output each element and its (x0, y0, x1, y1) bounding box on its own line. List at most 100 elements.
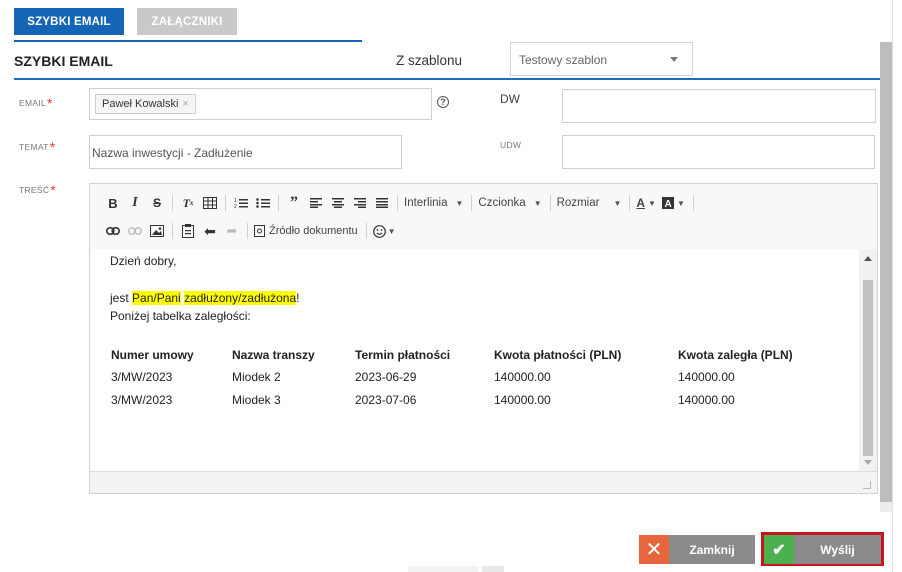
recipient-chip-label: Paweł Kowalski (102, 98, 179, 110)
bottom-bar-fragment (408, 566, 478, 572)
background-color-icon: A (661, 197, 674, 209)
dw-field[interactable] (562, 89, 876, 123)
header-divider (14, 78, 880, 80)
toolbar-separator (549, 195, 551, 211)
required-asterisk: * (50, 182, 57, 198)
table-cell: 140000.00 (494, 370, 551, 384)
close-button-label: Zamknij (689, 542, 735, 557)
toolbar-separator (365, 223, 367, 239)
size-label: Rozmiar (556, 197, 600, 209)
table-cell: 3/MW/2023 (111, 393, 173, 407)
emoji-dropdown[interactable]: ▼ (372, 224, 396, 238)
source-button[interactable]: Źródło dokumentu (254, 225, 358, 237)
subject-field[interactable]: Nazwa inwestycji - Zadłużenie (89, 135, 402, 169)
line-height-dropdown[interactable]: Interlinia ▼ (404, 197, 463, 209)
chevron-down-icon: ▼ (387, 226, 396, 236)
editor-content[interactable]: Dzień dobry, jest Pan/Pani zadłużony/zad… (91, 249, 859, 471)
chevron-down-icon: ▼ (455, 198, 464, 208)
table-header-cell: Termin płatności (355, 348, 451, 362)
temat-label: TEMAT* (19, 139, 56, 155)
subject-value: Nazwa inwestycji - Zadłużenie (92, 146, 253, 160)
udw-field[interactable] (562, 135, 875, 169)
bottom-bar-fragment (482, 566, 504, 572)
toolbar-separator (629, 195, 631, 211)
remove-format-icon[interactable]: Tx (179, 193, 197, 213)
resize-grip-icon[interactable] (863, 481, 871, 489)
udw-label: UDW (500, 140, 522, 150)
debt-line: jest Pan/Pani zadłużony/zadłużona! (110, 291, 300, 305)
toolbar-separator (172, 195, 173, 211)
unlink-icon[interactable] (126, 221, 144, 241)
toolbar-separator (397, 195, 398, 211)
template-select[interactable]: Testowy szablon (510, 42, 693, 76)
email-field[interactable]: Paweł Kowalski × (89, 88, 432, 120)
dw-label: DW (500, 92, 520, 106)
highlight-zadluzony: zadłużony/zadłużona (184, 291, 297, 305)
close-button[interactable]: ✕ Zamknij (639, 535, 755, 564)
help-icon[interactable]: ? (437, 96, 449, 108)
chevron-down-icon (670, 57, 678, 62)
tab-szybki-email[interactable]: SZYBKI EMAIL (14, 8, 124, 35)
table-header-cell: Kwota płatności (PLN) (494, 348, 622, 362)
numbered-list-icon[interactable]: 12 (232, 193, 250, 213)
font-label: Czcionka (478, 197, 526, 209)
line-height-label: Interlinia (404, 197, 448, 209)
required-asterisk: * (47, 95, 53, 111)
scroll-up-icon[interactable] (864, 256, 872, 261)
redo-icon[interactable]: ➦ (223, 221, 241, 241)
table-cell: 140000.00 (678, 393, 735, 407)
font-dropdown[interactable]: Czcionka ▼ (478, 197, 541, 209)
text-color-icon: A (636, 196, 646, 210)
send-button[interactable]: ✔ Wyślij (764, 535, 881, 564)
chip-remove-icon[interactable]: × (182, 98, 188, 110)
recipient-chip[interactable]: Paweł Kowalski × (95, 94, 196, 114)
scroll-down-icon[interactable] (864, 460, 872, 465)
table-header-cell: Kwota zaległa (PLN) (678, 348, 793, 362)
bold-button[interactable]: B (104, 193, 122, 213)
italic-button[interactable]: I (126, 193, 144, 213)
page-title: SZYBKI EMAIL (14, 53, 113, 69)
smiley-icon (372, 224, 386, 238)
strikethrough-button[interactable]: S (148, 193, 166, 213)
template-label: Z szablonu (396, 53, 463, 68)
chevron-down-icon: ▼ (613, 198, 622, 208)
svg-text:A: A (664, 199, 671, 209)
tab-zalaczniki[interactable]: ZAŁĄCZNIKI (137, 8, 237, 35)
form-header: SZYBKI EMAIL Z szablonu (0, 42, 880, 80)
undo-icon[interactable]: ⬅ (201, 221, 219, 241)
align-left-icon[interactable] (307, 193, 325, 213)
table-intro-text: Poniżej tabelka zaległości: (110, 309, 251, 323)
tresc-label: TREŚĆ* (19, 182, 57, 198)
toolbar-separator (247, 223, 248, 239)
table-cell: 3/MW/2023 (111, 370, 173, 384)
editor-scrollbar-thumb[interactable] (863, 280, 873, 456)
align-right-icon[interactable] (351, 193, 369, 213)
editor-toolbar-row-1: B I S Tx 12 ” Interlinia ▼ Czcionka ▼ Ro… (90, 190, 700, 216)
send-button-label: Wyślij (820, 542, 855, 557)
align-justify-icon[interactable] (373, 193, 391, 213)
required-asterisk: * (49, 139, 56, 155)
bullet-list-icon[interactable] (254, 193, 272, 213)
align-center-icon[interactable] (329, 193, 347, 213)
table-cell: Miodek 2 (232, 370, 281, 384)
rich-text-editor: B I S Tx 12 ” Interlinia ▼ Czcionka ▼ Ro… (89, 183, 878, 494)
blockquote-icon[interactable]: ” (285, 193, 303, 213)
background-color-dropdown[interactable]: A ▼ (661, 197, 685, 209)
greeting-text: Dzień dobry, (110, 254, 177, 268)
text-color-dropdown[interactable]: A ▼ (636, 196, 656, 210)
editor-toolbar-row-2: ⬅ ➦ Źródło dokumentu ▼ (90, 218, 402, 244)
paste-text-icon[interactable] (179, 221, 197, 241)
image-icon[interactable] (148, 221, 166, 241)
table-icon[interactable] (201, 193, 219, 213)
editor-statusbar (90, 471, 877, 493)
close-icon: ✕ (639, 535, 669, 564)
svg-text:2: 2 (234, 204, 237, 209)
link-icon[interactable] (104, 221, 122, 241)
table-cell: 140000.00 (494, 393, 551, 407)
page-scrollbar-thumb[interactable] (880, 42, 892, 502)
table-header-cell: Numer umowy (111, 348, 194, 362)
table-cell: 140000.00 (678, 370, 735, 384)
check-icon: ✔ (764, 535, 794, 564)
size-dropdown[interactable]: Rozmiar ▼ (557, 197, 622, 209)
chevron-down-icon: ▼ (648, 198, 656, 208)
